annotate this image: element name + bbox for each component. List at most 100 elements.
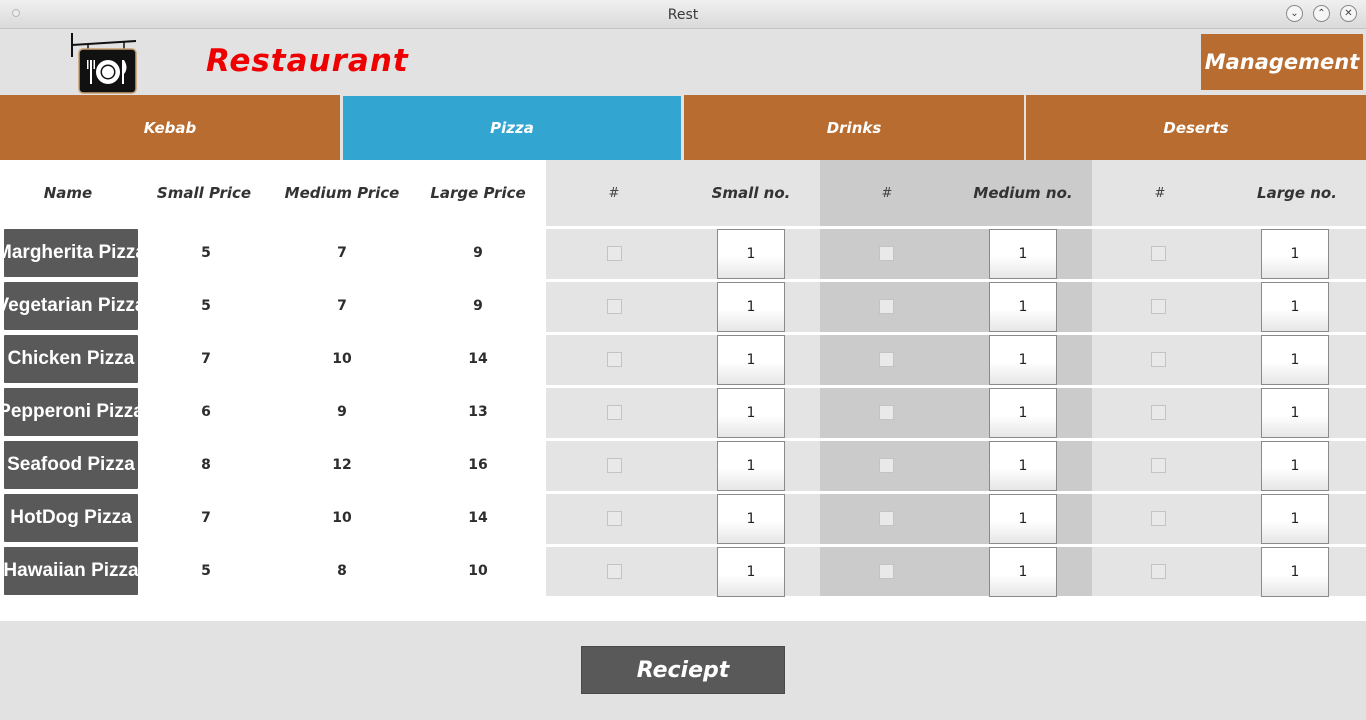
maximize-icon[interactable]: ⌃	[1313, 5, 1330, 22]
large-checkbox[interactable]	[1151, 458, 1166, 473]
medium-price: 8	[337, 563, 347, 579]
medium-checkbox[interactable]	[879, 564, 894, 579]
close-icon[interactable]: ✕	[1340, 5, 1357, 22]
medium-qty-field[interactable]: 1	[989, 282, 1057, 332]
small-price: 5	[201, 563, 211, 579]
medium-price: 12	[332, 457, 352, 473]
small-price: 8	[201, 457, 211, 473]
footer: Reciept	[0, 621, 1366, 720]
header-medium-no: Medium no.	[973, 184, 1073, 202]
medium-checkbox[interactable]	[879, 352, 894, 367]
large-qty-field[interactable]: 1	[1261, 282, 1329, 332]
minimize-icon[interactable]: ⌄	[1286, 5, 1303, 22]
tab-kebab[interactable]: Kebab	[0, 95, 340, 160]
item-name-button[interactable]: Vegetarian Pizza	[4, 282, 138, 330]
window-titlebar: Rest ⌄ ⌃ ✕	[0, 0, 1366, 29]
large-qty-field[interactable]: 1	[1261, 335, 1329, 385]
header-large-check: #	[1154, 185, 1166, 201]
large-price: 13	[468, 404, 488, 420]
small-price: 7	[201, 351, 211, 367]
medium-qty-field[interactable]: 1	[989, 335, 1057, 385]
item-name-button[interactable]: Pepperoni Pizza	[4, 388, 138, 436]
receipt-button[interactable]: Reciept	[581, 646, 785, 694]
row-separator	[546, 438, 1366, 441]
small-qty-field[interactable]: 1	[717, 388, 785, 438]
small-checkbox[interactable]	[607, 405, 622, 420]
small-price: 5	[201, 298, 211, 314]
medium-checkbox[interactable]	[879, 246, 894, 261]
menu-table: Name Small Price Medium Price Large Pric…	[0, 160, 1366, 621]
large-price: 14	[468, 510, 488, 526]
medium-price: 7	[337, 245, 347, 261]
large-price: 16	[468, 457, 488, 473]
category-tabs: Kebab Pizza Drinks Deserts	[0, 95, 1366, 160]
small-checkbox[interactable]	[607, 564, 622, 579]
header-medium-check: #	[881, 185, 893, 201]
large-checkbox[interactable]	[1151, 299, 1166, 314]
small-checkbox[interactable]	[607, 299, 622, 314]
row-separator	[546, 279, 1366, 282]
small-checkbox[interactable]	[607, 246, 622, 261]
item-name-button[interactable]: Seafood Pizza	[4, 441, 138, 489]
medium-checkbox[interactable]	[879, 511, 894, 526]
medium-checkbox[interactable]	[879, 458, 894, 473]
large-checkbox[interactable]	[1151, 246, 1166, 261]
small-price: 7	[201, 510, 211, 526]
medium-qty-field[interactable]: 1	[989, 441, 1057, 491]
large-checkbox[interactable]	[1151, 511, 1166, 526]
header-small-no: Small no.	[711, 184, 791, 202]
management-button[interactable]: Management	[1201, 34, 1363, 90]
medium-qty-field[interactable]: 1	[989, 229, 1057, 279]
app-title: Restaurant	[206, 43, 409, 79]
large-price: 9	[473, 245, 483, 261]
large-checkbox[interactable]	[1151, 405, 1166, 420]
small-checkbox[interactable]	[607, 352, 622, 367]
row-separator	[546, 385, 1366, 388]
medium-price: 7	[337, 298, 347, 314]
app-header: Restaurant Management	[0, 29, 1366, 95]
header-small-check: #	[608, 185, 620, 201]
small-qty-field[interactable]: 1	[717, 494, 785, 544]
small-qty-field[interactable]: 1	[717, 547, 785, 597]
medium-checkbox[interactable]	[879, 299, 894, 314]
small-checkbox[interactable]	[607, 458, 622, 473]
large-price: 10	[468, 563, 488, 579]
small-qty-field[interactable]: 1	[717, 229, 785, 279]
small-checkbox[interactable]	[607, 511, 622, 526]
medium-qty-field[interactable]: 1	[989, 388, 1057, 438]
medium-checkbox[interactable]	[879, 405, 894, 420]
tab-pizza[interactable]: Pizza	[343, 96, 681, 160]
item-name-button[interactable]: Margherita Pizza	[4, 229, 138, 277]
medium-qty-field[interactable]: 1	[989, 494, 1057, 544]
small-qty-field[interactable]: 1	[717, 441, 785, 491]
header-large-price: Large Price	[430, 184, 526, 202]
tab-drinks[interactable]: Drinks	[684, 95, 1024, 160]
large-price: 14	[468, 351, 488, 367]
medium-price: 10	[332, 351, 352, 367]
tab-deserts[interactable]: Deserts	[1026, 95, 1366, 160]
item-name-button[interactable]: HotDog Pizza	[4, 494, 138, 542]
large-qty-field[interactable]: 1	[1261, 441, 1329, 491]
medium-qty-field[interactable]: 1	[989, 547, 1057, 597]
large-checkbox[interactable]	[1151, 352, 1166, 367]
large-qty-field[interactable]: 1	[1261, 388, 1329, 438]
medium-price: 9	[337, 404, 347, 420]
small-price: 6	[201, 404, 211, 420]
row-separator	[546, 332, 1366, 335]
small-qty-field[interactable]: 1	[717, 335, 785, 385]
large-qty-field[interactable]: 1	[1261, 494, 1329, 544]
header-medium-price: Medium Price	[284, 184, 400, 202]
row-separator	[546, 544, 1366, 547]
header-name: Name	[43, 184, 93, 202]
row-separator	[546, 226, 1366, 229]
row-separator	[546, 491, 1366, 494]
medium-price: 10	[332, 510, 352, 526]
item-name-button[interactable]: Hawaiian Pizza	[4, 547, 138, 595]
large-qty-field[interactable]: 1	[1261, 229, 1329, 279]
small-qty-field[interactable]: 1	[717, 282, 785, 332]
large-checkbox[interactable]	[1151, 564, 1166, 579]
large-price: 9	[473, 298, 483, 314]
item-name-button[interactable]: Chicken Pizza	[4, 335, 138, 383]
header-large-no: Large no.	[1257, 184, 1337, 202]
large-qty-field[interactable]: 1	[1261, 547, 1329, 597]
